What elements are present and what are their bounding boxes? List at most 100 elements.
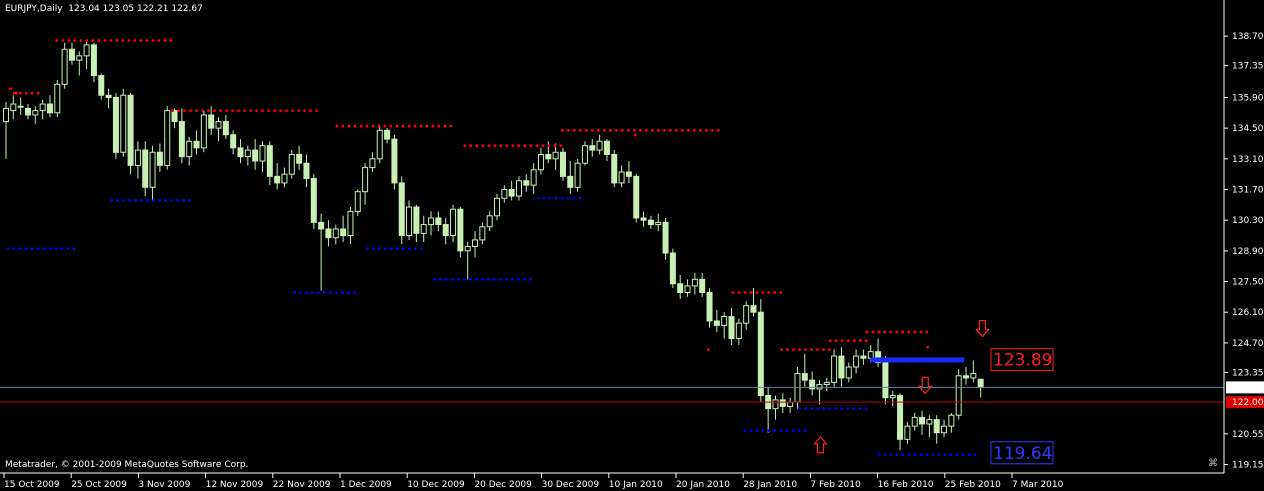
resistance-dot: [692, 128, 696, 132]
candle-body: [677, 283, 684, 293]
resistance-dot: [517, 144, 521, 148]
support-dot: [396, 247, 399, 251]
resistance-dot: [463, 144, 467, 148]
support-dot: [48, 247, 52, 251]
resistance-dot: [24, 91, 28, 95]
candle-body: [919, 416, 926, 425]
support-dot: [791, 429, 795, 432]
price-chart[interactable]: 138.70 137.35 135.90 134.50 133.10 131.70 130.…: [0, 0, 1264, 491]
resistance-dot: [36, 91, 40, 95]
support-dot: [420, 247, 423, 251]
support-dot: [798, 407, 802, 411]
resistance-dot: [9, 87, 12, 91]
support-dot: [450, 277, 454, 281]
candle-body: [310, 178, 317, 223]
candle-body: [523, 180, 530, 186]
candle-body: [552, 151, 559, 160]
resistance-dot: [469, 144, 473, 148]
candle-body: [83, 44, 90, 57]
resistance-dot: [680, 128, 684, 132]
support-dot: [122, 199, 126, 202]
resistance-dot: [407, 124, 411, 128]
support-dot: [797, 429, 801, 432]
resistance-dot: [279, 109, 282, 113]
resistance-dot: [919, 330, 923, 334]
support-dot: [510, 277, 514, 281]
support-dot: [877, 453, 881, 457]
resistance-dot: [798, 348, 801, 351]
candle-body: [647, 219, 654, 226]
support-dot: [72, 247, 76, 251]
support-dot: [901, 453, 905, 457]
candle-body: [662, 221, 669, 254]
candle-body: [384, 129, 391, 140]
candle-body: [911, 416, 918, 427]
candle-body: [61, 48, 68, 85]
chart-shift-icon[interactable]: ⌘: [1208, 458, 1218, 469]
candle-body: [823, 381, 830, 386]
resistance-dot: [261, 109, 264, 113]
resistance-dot: [353, 124, 357, 128]
time-tick-label: 15 Oct 2009: [4, 480, 60, 490]
resistance-dot: [710, 128, 714, 132]
resistance-dot: [505, 144, 509, 148]
resistance-dot: [773, 291, 777, 294]
candle-body: [215, 121, 222, 129]
candle-body: [545, 153, 552, 160]
support-dot: [852, 407, 856, 411]
resistance-dot: [864, 339, 868, 343]
candle-body: [149, 151, 156, 188]
resistance-dot: [840, 339, 844, 343]
resistance-dot: [749, 291, 753, 294]
candle-body: [428, 217, 435, 226]
resistance-dot: [207, 109, 210, 113]
candle-body: [699, 278, 706, 293]
candle-body: [186, 140, 193, 158]
candle-body: [369, 158, 376, 169]
resistance-dot: [499, 144, 503, 148]
candle-body: [882, 362, 889, 399]
support-dot: [548, 196, 552, 200]
resistance-dot: [425, 124, 429, 128]
resistance-dot: [780, 348, 783, 351]
resistance-dot: [61, 39, 65, 42]
resistance-dot: [737, 291, 741, 294]
support-dot: [66, 247, 70, 251]
resistance-dot: [662, 128, 666, 132]
resistance-dot: [145, 39, 149, 42]
candle-body: [970, 373, 977, 379]
candle-body: [457, 208, 464, 252]
candle-body: [164, 110, 171, 166]
resistance-dot: [686, 128, 690, 132]
support-dot: [158, 199, 162, 202]
resistance-dot: [834, 339, 838, 343]
resistance-dot: [383, 124, 387, 128]
support-dot: [566, 196, 570, 200]
support-dot: [907, 453, 911, 457]
candle-body: [845, 366, 852, 379]
candle-body: [655, 221, 662, 226]
candle-body: [904, 425, 911, 440]
resistance-dot: [30, 91, 34, 95]
resistance-dot: [810, 348, 813, 351]
support-dot: [504, 277, 508, 281]
candle-body: [274, 175, 281, 184]
resistance-dot: [231, 109, 234, 113]
resistance-dot: [529, 144, 533, 148]
resistance-dot: [157, 39, 161, 42]
resistance-dot: [584, 128, 588, 132]
resistance-dot: [481, 144, 485, 148]
price-tick-label: 130.30: [1232, 216, 1264, 226]
candle-body: [281, 173, 288, 184]
resistance-dot: [761, 291, 765, 294]
time-tick-label: 3 Nov 2009: [138, 480, 190, 490]
candle-body: [156, 151, 163, 166]
support-dot: [322, 291, 326, 294]
candle-body: [472, 239, 479, 247]
support-dot: [967, 453, 971, 457]
candle-body: [831, 355, 838, 383]
candle-body: [625, 171, 632, 177]
candle-body: [926, 419, 933, 425]
support-dot: [828, 407, 832, 411]
support-dot: [292, 291, 296, 294]
